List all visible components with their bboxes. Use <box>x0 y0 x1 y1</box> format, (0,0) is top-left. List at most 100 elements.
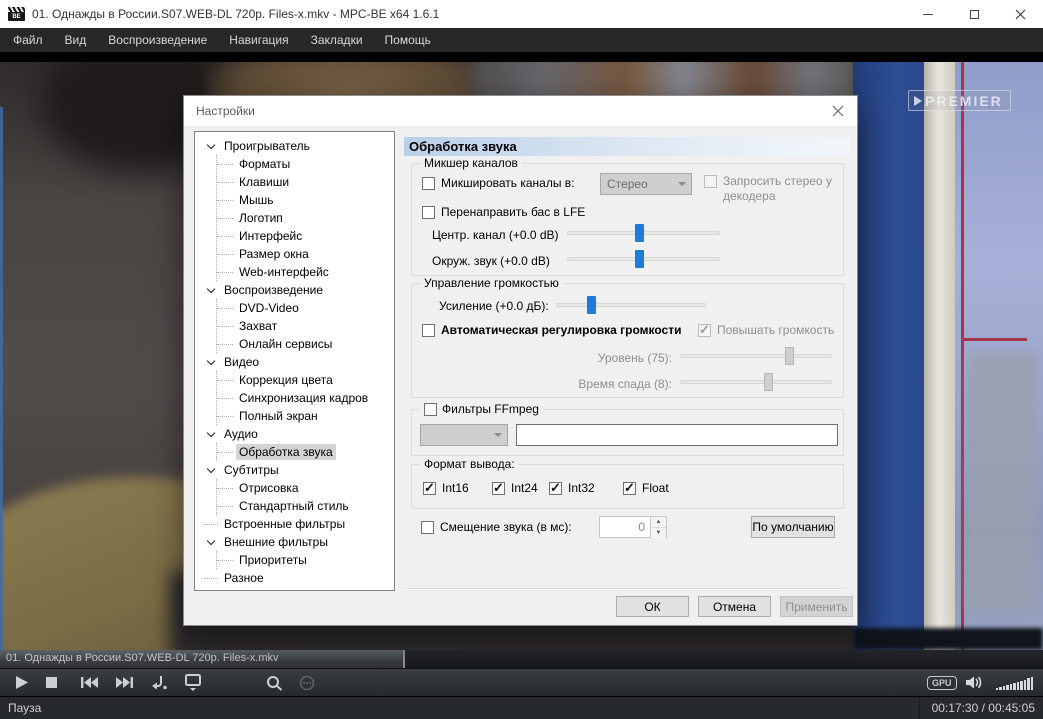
gain-slider[interactable] <box>556 296 706 314</box>
bass-to-lfe-checkbox[interactable]: Перенаправить бас в LFE <box>422 205 585 219</box>
tree-item-default-style[interactable]: Стандартный стиль <box>217 497 394 515</box>
tree-item-fullscreen[interactable]: Полный экран <box>217 407 394 425</box>
display-button[interactable] <box>176 669 210 697</box>
slider-thumb[interactable] <box>764 373 774 391</box>
ffmpeg-filters-checkbox[interactable]: Фильтры FFmpeg <box>420 402 543 416</box>
stop-button[interactable] <box>37 669 66 697</box>
chevron-down-icon[interactable] <box>201 356 221 365</box>
boost-volume-checkbox[interactable]: Повышать громкость <box>698 322 834 338</box>
maximize-button[interactable] <box>951 0 997 28</box>
settings-tree: Проигрыватель Форматы Клавиши Мышь Логот… <box>194 131 395 591</box>
volume-mute-button[interactable] <box>957 669 992 697</box>
ok-button[interactable]: ОК <box>616 596 689 617</box>
spin-down-icon[interactable]: ▼ <box>651 528 666 538</box>
checkbox-icon[interactable] <box>422 323 435 337</box>
tree-item-playback[interactable]: Воспроизведение <box>201 281 394 299</box>
frame-step-button[interactable] <box>142 669 176 697</box>
default-button[interactable]: По умолчанию <box>751 516 835 538</box>
checkbox-icon[interactable] <box>549 480 562 496</box>
surround-slider[interactable] <box>567 250 720 268</box>
checkbox-icon[interactable] <box>422 176 435 190</box>
menu-file[interactable]: Файл <box>2 28 54 52</box>
mix-channels-checkbox[interactable]: Микшировать каналы в: <box>422 176 575 190</box>
level-slider[interactable] <box>680 347 832 365</box>
apply-button[interactable]: Применить <box>780 596 853 617</box>
chevron-down-icon[interactable] <box>201 140 221 149</box>
slider-thumb[interactable] <box>785 347 795 365</box>
tree-item-formats[interactable]: Форматы <box>217 155 394 173</box>
close-button[interactable] <box>997 0 1043 28</box>
tree-item-misc[interactable]: Разное <box>201 569 394 587</box>
int16-checkbox[interactable]: Int16 <box>423 480 469 496</box>
menu-bookmarks[interactable]: Закладки <box>300 28 374 52</box>
menu-help[interactable]: Помощь <box>374 28 442 52</box>
dialog-title: Настройки <box>196 104 255 118</box>
menu-view[interactable]: Вид <box>54 28 98 52</box>
slider-thumb[interactable] <box>634 250 644 268</box>
tree-item-audio-processing[interactable]: Обработка звука <box>217 443 394 461</box>
tree-item-dvd-video[interactable]: DVD-Video <box>217 299 394 317</box>
checkbox-icon[interactable] <box>704 175 717 188</box>
ffmpeg-filter-input[interactable] <box>516 424 838 446</box>
center-channel-slider[interactable] <box>567 224 720 242</box>
checkbox-icon[interactable] <box>623 480 636 496</box>
checkbox-icon[interactable] <box>423 480 436 496</box>
dialog-close-icon[interactable] <box>831 104 845 118</box>
float-checkbox[interactable]: Float <box>623 480 669 496</box>
tree-item-online-services[interactable]: Онлайн сервисы <box>217 335 394 353</box>
slider-thumb[interactable] <box>634 224 644 242</box>
menu-navigation[interactable]: Навигация <box>218 28 299 52</box>
ellipsis-circle-icon <box>299 675 315 690</box>
slider-thumb[interactable] <box>586 296 596 314</box>
play-button[interactable] <box>6 669 37 697</box>
chevron-down-icon[interactable] <box>201 536 221 545</box>
chevron-down-icon[interactable] <box>201 284 221 293</box>
center-channel-label: Центр. канал (+0.0 dB) <box>432 228 559 242</box>
checkbox-icon[interactable] <box>424 402 437 416</box>
release-slider[interactable] <box>680 373 832 391</box>
zoom-button[interactable] <box>258 669 291 697</box>
chevron-down-icon[interactable] <box>201 464 221 473</box>
tree-item-mouse[interactable]: Мышь <box>217 191 394 209</box>
checkbox-icon[interactable] <box>698 322 711 338</box>
seek-bar[interactable]: 01. Однажды в России.S07.WEB-DL 720p. Fi… <box>0 650 1043 668</box>
skip-back-button[interactable] <box>72 669 107 697</box>
tree-item-window-size[interactable]: Размер окна <box>217 245 394 263</box>
ffmpeg-filter-select[interactable] <box>420 424 508 446</box>
checkbox-icon[interactable] <box>492 480 505 496</box>
tree-item-frame-sync[interactable]: Синхронизация кадров <box>217 389 394 407</box>
tree-item-subtitles[interactable]: Субтитры <box>201 461 394 479</box>
options-button[interactable] <box>291 669 323 697</box>
tree-item-capture[interactable]: Захват <box>217 317 394 335</box>
tree-item-internal-filters[interactable]: Встроенные фильтры <box>201 515 394 533</box>
minimize-icon <box>923 13 933 15</box>
audio-offset-spinner[interactable]: 0 ▲ ▼ <box>599 516 667 538</box>
auto-volume-checkbox[interactable]: Автоматическая регулировка громкости <box>422 323 682 337</box>
request-stereo-checkbox[interactable]: Запросить стерео у декодера <box>704 174 842 204</box>
tree-item-color-correction[interactable]: Коррекция цвета <box>217 371 394 389</box>
minimize-button[interactable] <box>905 0 951 28</box>
int24-checkbox[interactable]: Int24 <box>492 480 538 496</box>
tree-item-rendering[interactable]: Отрисовка <box>217 479 394 497</box>
checkbox-icon[interactable] <box>422 205 435 219</box>
skip-forward-button[interactable] <box>107 669 142 697</box>
mix-channels-select[interactable]: Стерео <box>600 173 692 195</box>
tree-item-player[interactable]: Проигрыватель <box>201 137 394 155</box>
tree-item-video[interactable]: Видео <box>201 353 394 371</box>
tree-item-audio[interactable]: Аудио <box>201 425 394 443</box>
cancel-button[interactable]: Отмена <box>698 596 771 617</box>
int32-checkbox[interactable]: Int32 <box>549 480 595 496</box>
tree-item-interface[interactable]: Интерфейс <box>217 227 394 245</box>
chevron-down-icon[interactable] <box>201 428 221 437</box>
tree-item-logo[interactable]: Логотип <box>217 209 394 227</box>
tree-item-external-filters[interactable]: Внешние фильтры <box>201 533 394 551</box>
checkbox-icon[interactable] <box>421 520 434 534</box>
spin-up-icon[interactable]: ▲ <box>651 517 666 528</box>
tree-item-web-interface[interactable]: Web-интерфейс <box>217 263 394 281</box>
volume-slider[interactable] <box>995 676 1033 690</box>
menu-playback[interactable]: Воспроизведение <box>97 28 218 52</box>
tree-item-keys[interactable]: Клавиши <box>217 173 394 191</box>
audio-offset-checkbox[interactable]: Смещение звука (в мс): <box>421 520 572 534</box>
tree-item-priorities[interactable]: Приоритеты <box>217 551 394 569</box>
control-bar: GPU <box>0 668 1043 696</box>
